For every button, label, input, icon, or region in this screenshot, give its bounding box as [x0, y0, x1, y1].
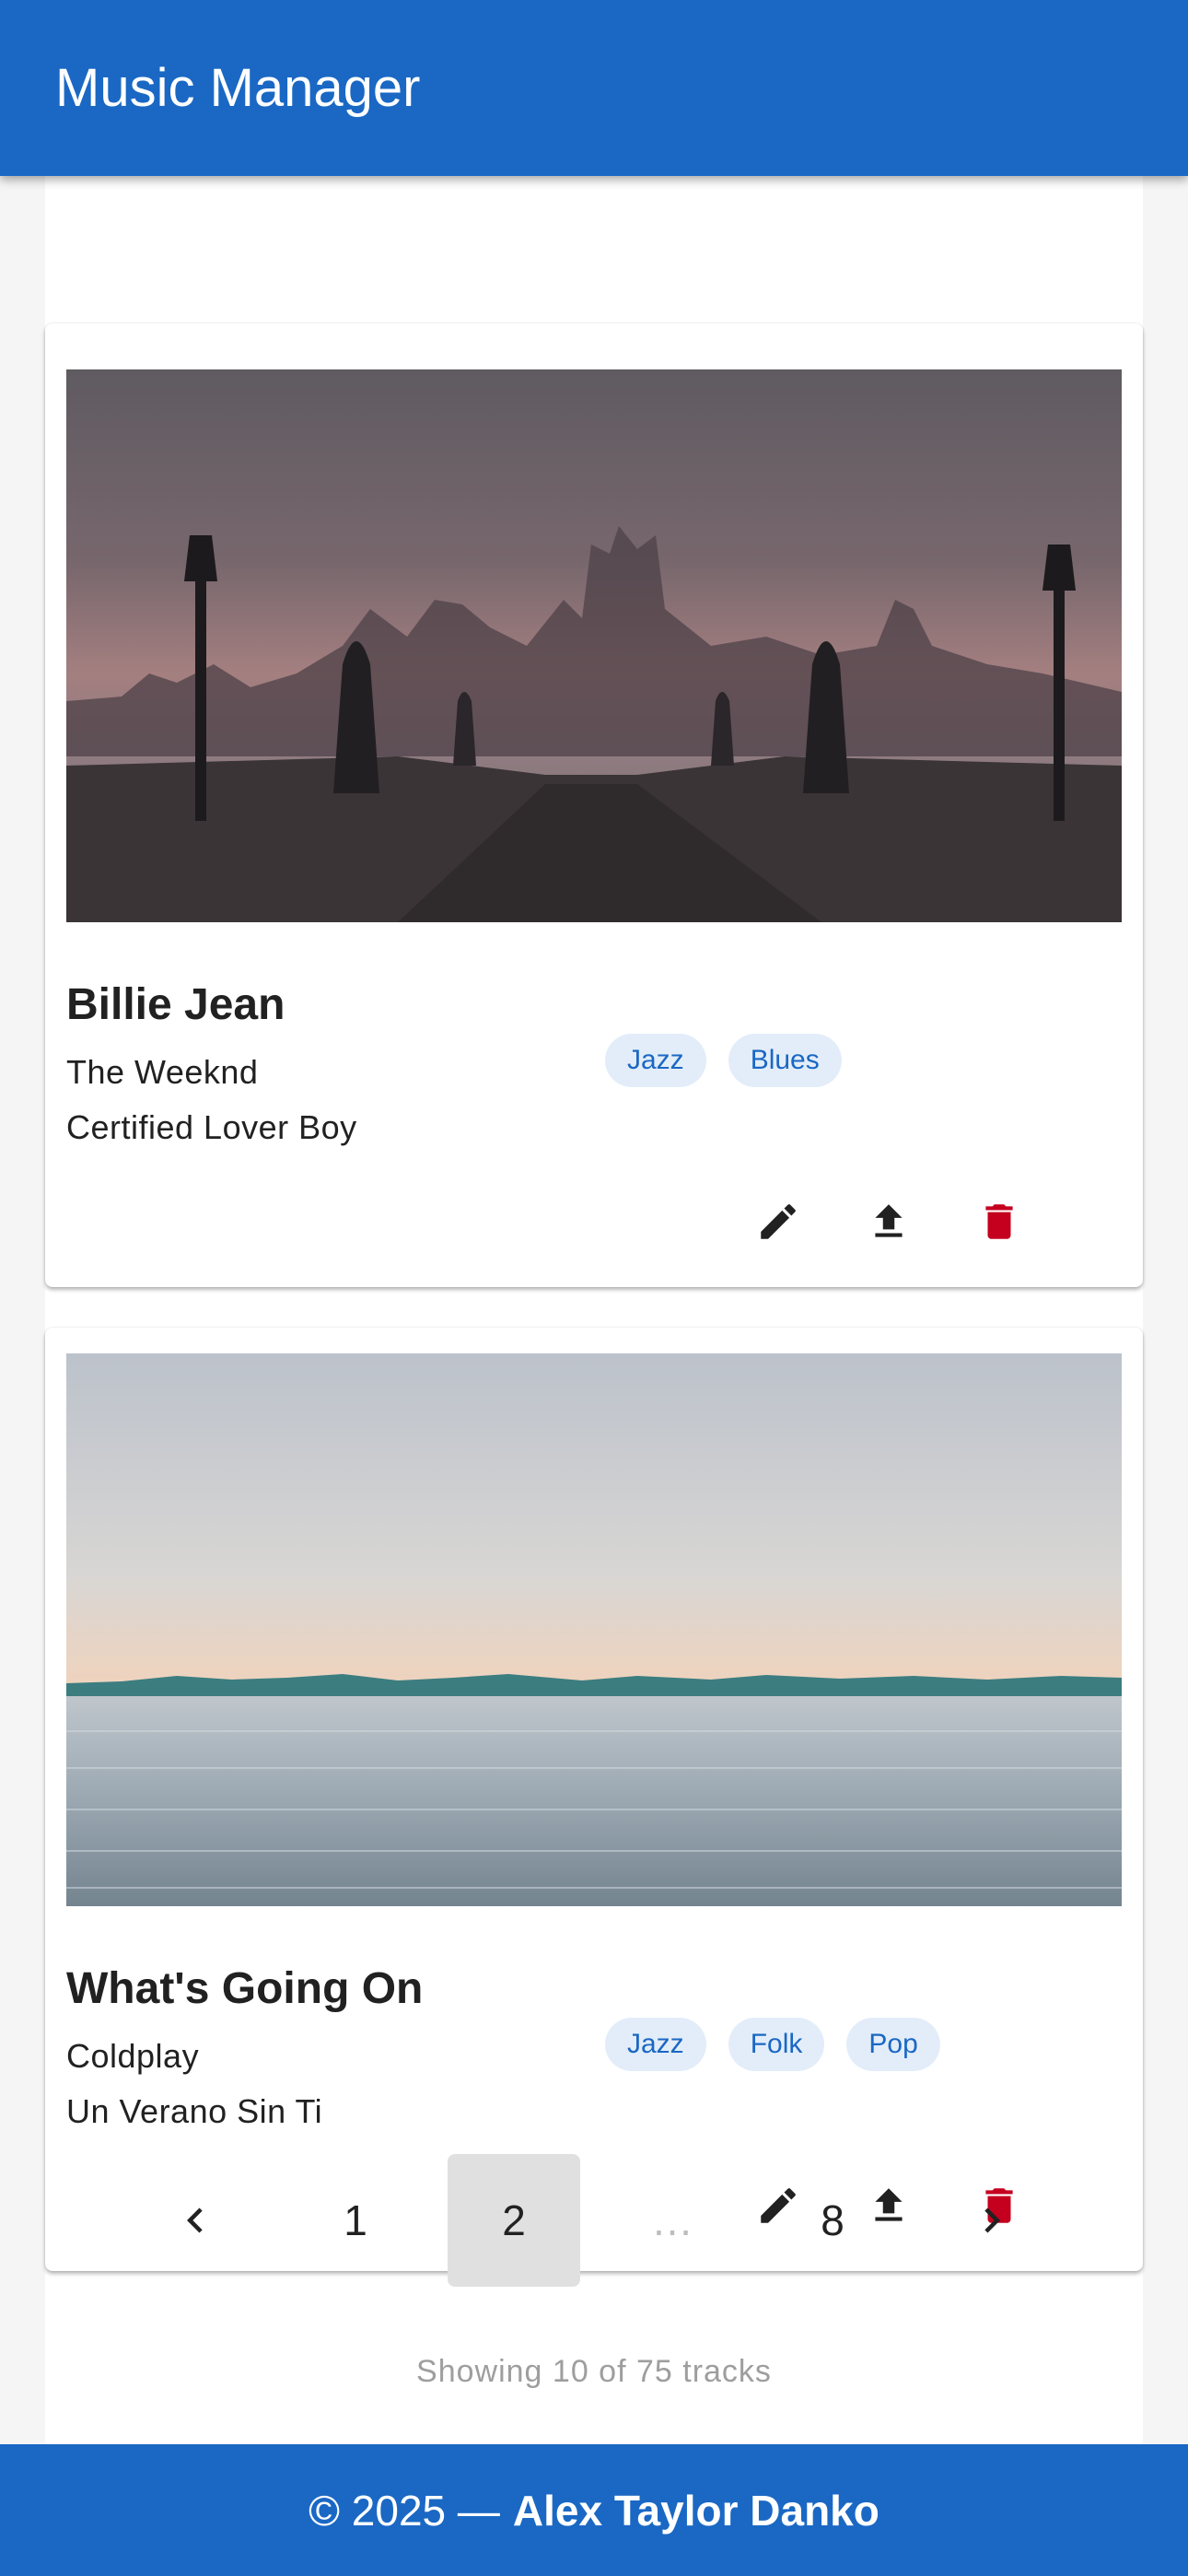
track-list: Billie Jean The Weeknd Certified Lover B…: [45, 176, 1143, 2444]
track-album: Un Verano Sin Ti: [66, 2092, 323, 2130]
genre-chip[interactable]: Folk: [728, 2018, 825, 2071]
track-card: What's Going On Coldplay Un Verano Sin T…: [45, 1328, 1143, 2271]
edit-button[interactable]: [723, 1185, 833, 1259]
track-card: Billie Jean The Weeknd Certified Lover B…: [45, 323, 1143, 1287]
genre-chips: Jazz Blues: [605, 1034, 842, 1087]
genre-chip[interactable]: Jazz: [605, 2018, 706, 2071]
upload-button[interactable]: [833, 1185, 944, 1259]
next-page-button[interactable]: [926, 2154, 1058, 2287]
genre-chips: Jazz Folk Pop: [605, 2018, 940, 2071]
page-ellipsis: …: [651, 2196, 697, 2244]
track-artist: Coldplay: [66, 2037, 200, 2075]
edit-icon: [761, 1204, 796, 1239]
page-button-1[interactable]: 1: [289, 2154, 422, 2287]
footer: © 2025 — Alex Taylor Danko: [0, 2444, 1188, 2576]
track-album: Certified Lover Boy: [66, 1108, 357, 1146]
pagination: 1 2 … 8: [0, 2154, 1188, 2287]
delete-icon: [985, 1204, 1013, 1239]
prev-page-button[interactable]: [129, 2154, 262, 2287]
app-title: Music Manager: [55, 58, 421, 118]
page-button-8[interactable]: 8: [766, 2154, 899, 2287]
delete-button[interactable]: [944, 1185, 1054, 1259]
track-cover-image: [66, 369, 1122, 922]
track-cover-image: [66, 1353, 1122, 1906]
page-button-2-current[interactable]: 2: [448, 2154, 580, 2287]
genre-chip[interactable]: Pop: [846, 2018, 940, 2071]
track-count-text: Showing 10 of 75 tracks: [416, 2354, 772, 2389]
author-name: Alex Taylor Danko: [512, 2486, 879, 2535]
chevron-right-icon: [984, 2207, 1000, 2233]
app-bar: Music Manager: [0, 0, 1188, 176]
track-title: Billie Jean: [66, 980, 285, 1029]
genre-chip[interactable]: Jazz: [605, 1034, 706, 1087]
track-artist: The Weeknd: [66, 1053, 259, 1091]
track-actions: [723, 1185, 1054, 1259]
chevron-left-icon: [187, 2207, 203, 2233]
copyright-text: © 2025 —: [309, 2486, 500, 2535]
track-title: What's Going On: [66, 1964, 424, 2013]
genre-chip[interactable]: Blues: [728, 1034, 842, 1087]
upload-icon: [875, 1204, 903, 1237]
